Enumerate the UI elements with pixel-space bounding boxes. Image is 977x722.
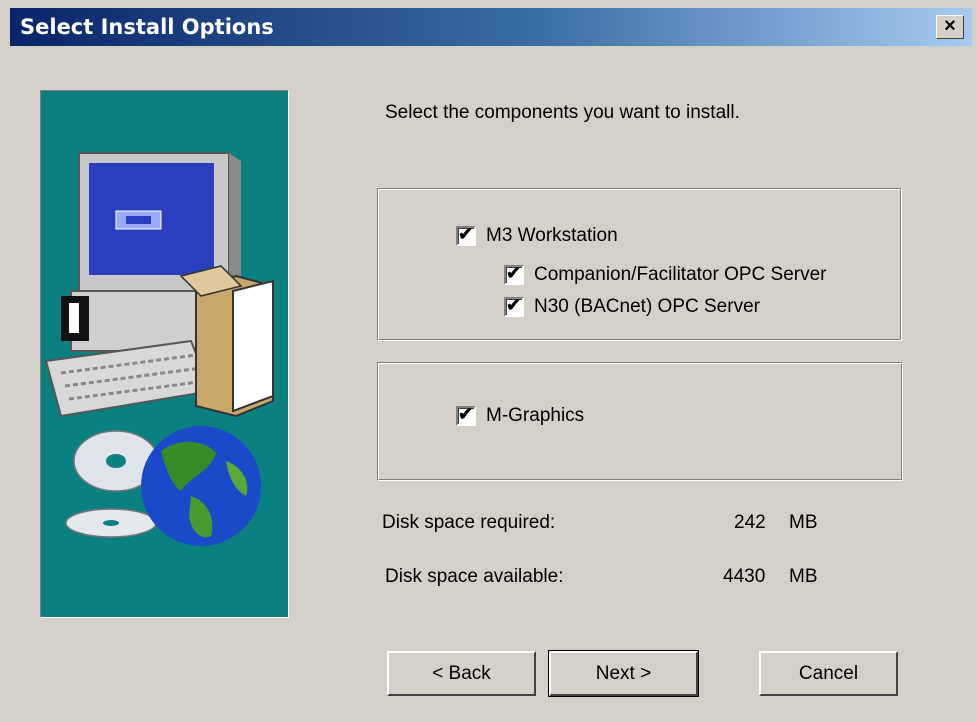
globe-icon: [141, 426, 261, 546]
disk-available-value: 4430: [723, 566, 766, 587]
m-graphics-option[interactable]: ✔ M-Graphics: [456, 404, 585, 427]
n30-opc-option[interactable]: ✔ N30 (BACnet) OPC Server: [504, 295, 760, 318]
back-button[interactable]: < Back: [387, 651, 536, 696]
companion-opc-option[interactable]: ✔ Companion/Facilitator OPC Server: [504, 263, 827, 286]
m3-workstation-label: M3 Workstation: [486, 225, 618, 246]
close-button[interactable]: ×: [936, 15, 964, 39]
window-title: Select Install Options: [20, 15, 274, 39]
installer-illustration: [40, 90, 289, 618]
disk-required-unit: MB: [789, 512, 818, 533]
checkmark-icon: ✔: [506, 295, 522, 315]
disk-available-unit: MB: [789, 566, 818, 587]
keyboard-icon: [44, 339, 213, 418]
companion-opc-checkbox[interactable]: ✔: [504, 263, 524, 285]
disk-required-label: Disk space required:: [382, 512, 556, 533]
disk-available-label: Disk space available:: [385, 566, 564, 587]
n30-opc-checkbox[interactable]: ✔: [504, 295, 524, 317]
title-bar[interactable]: Select Install Options ×: [10, 8, 972, 46]
m3-workstation-checkbox[interactable]: ✔: [456, 224, 476, 246]
m3-workstation-option[interactable]: ✔ M3 Workstation: [456, 224, 618, 247]
m-graphics-checkbox[interactable]: ✔: [456, 404, 476, 426]
disk-required-value: 242: [734, 512, 766, 533]
checkmark-icon: ✔: [458, 404, 474, 424]
install-dialog: Select Install Options × Select the comp…: [0, 0, 977, 722]
cancel-button[interactable]: Cancel: [759, 651, 898, 696]
companion-opc-label: Companion/Facilitator OPC Server: [534, 264, 827, 285]
next-button[interactable]: Next >: [548, 650, 699, 697]
m-graphics-label: M-Graphics: [486, 405, 585, 426]
checkmark-icon: ✔: [458, 224, 474, 244]
checkmark-icon: ✔: [506, 263, 522, 283]
n30-opc-label: N30 (BACnet) OPC Server: [534, 296, 760, 317]
computer-illustration: [44, 152, 274, 546]
instruction-text: Select the components you want to instal…: [385, 102, 740, 123]
